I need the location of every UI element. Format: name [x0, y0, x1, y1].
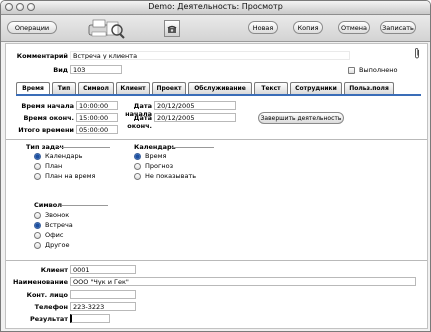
contact-field[interactable] — [70, 290, 136, 299]
end-date-field[interactable]: 20/12/2005 — [154, 113, 236, 122]
end-time-field[interactable]: 15:00:00 — [76, 113, 118, 122]
start-time-label: Время начала — [21, 102, 74, 110]
tab-text[interactable]: Текст — [254, 82, 288, 94]
client-field[interactable]: 0001 — [70, 265, 136, 274]
calendar-time-label: Время — [145, 152, 167, 160]
window-title: Demo: Деятельность: Просмотр — [148, 2, 283, 11]
end-date-label: Дата оконч. — [127, 114, 152, 130]
paperclip-icon[interactable] — [414, 48, 420, 59]
radio-icon[interactable] — [34, 211, 41, 219]
radio-icon[interactable] — [134, 162, 141, 170]
result-label: Результат — [30, 315, 68, 323]
phone-field[interactable]: 223-3223 — [70, 302, 136, 311]
symbol-other-label: Другое — [45, 241, 70, 249]
divider — [6, 139, 427, 140]
client-label: Клиент — [40, 266, 68, 274]
symbol-call-label: Звонок — [45, 211, 70, 219]
tab-symbol[interactable]: Символ — [78, 82, 114, 94]
result-field[interactable] — [70, 314, 110, 323]
total-time-label: Итого времени — [18, 126, 74, 134]
radio-icon[interactable] — [134, 172, 141, 180]
tab-underline — [16, 94, 421, 96]
print-preview-icon[interactable] — [87, 17, 127, 39]
end-time-label: Время оконч. — [23, 114, 74, 122]
task-type-plan-time-label: План на время — [45, 172, 96, 180]
name-field[interactable]: ООО "Чук и Гек" — [70, 277, 416, 286]
radio-selected-icon[interactable] — [134, 152, 141, 160]
task-type-plan-radio[interactable]: План — [34, 162, 62, 170]
comment-field[interactable]: Встреча у клиента — [70, 51, 350, 60]
save-button[interactable]: Записать — [380, 21, 416, 34]
calendar-title: Календарь — [134, 143, 176, 151]
task-type-rule — [58, 147, 110, 148]
cancel-button[interactable]: Отмена — [338, 21, 370, 34]
copy-button[interactable]: Копия — [293, 21, 323, 34]
start-date-field[interactable]: 20/12/2005 — [154, 101, 236, 110]
start-time-field[interactable]: 10:00:00 — [76, 101, 118, 110]
calendar-hide-label: Не показывать — [145, 172, 197, 180]
finish-activity-button[interactable]: Завершить деятельность — [258, 112, 344, 124]
task-type-plan-label: План — [45, 162, 63, 170]
symbol-other-radio[interactable]: Другое — [34, 241, 69, 249]
comment-label: Комментарий — [16, 52, 68, 60]
symbol-call-radio[interactable]: Звонок — [34, 211, 69, 219]
total-time-field[interactable]: 05:00:00 — [76, 125, 118, 134]
radio-icon[interactable] — [34, 172, 41, 180]
symbol-rule — [62, 205, 108, 206]
calendar-rule — [172, 147, 214, 148]
phone-label: Телефон — [34, 303, 68, 311]
task-type-calendar-radio[interactable]: Календарь — [34, 152, 82, 160]
task-type-calendar-label: Календарь — [45, 152, 83, 160]
symbol-office-label: Офис — [45, 231, 64, 239]
radio-icon[interactable] — [34, 241, 41, 249]
new-button[interactable]: Новая — [248, 21, 278, 34]
done-label: Выполнено — [359, 66, 398, 74]
contact-label: Конт. лицо — [26, 291, 68, 299]
radio-icon[interactable] — [34, 231, 41, 239]
tab-user-fields[interactable]: Польз.поля — [344, 82, 394, 94]
name-label: Наименование — [12, 278, 68, 286]
radio-selected-icon[interactable] — [34, 221, 41, 229]
tab-type[interactable]: Тип — [52, 82, 76, 94]
symbol-title: Символ — [34, 201, 62, 209]
tab-service[interactable]: Обслуживание — [188, 82, 252, 94]
symbol-meeting-label: Встреча — [45, 221, 73, 229]
radio-icon[interactable] — [34, 162, 41, 170]
calendar-time-radio[interactable]: Время — [134, 152, 166, 160]
tab-project[interactable]: Проект — [152, 82, 186, 94]
tab-bar: Время Тип Символ Клиент Проект Обслужива… — [16, 82, 426, 94]
type-field[interactable]: 103 — [70, 65, 122, 74]
phone-icon[interactable] — [164, 20, 180, 37]
title-bar: Demo: Деятельность: Просмотр — [1, 1, 430, 15]
task-type-plan-time-radio[interactable]: План на время — [34, 172, 95, 180]
record-panel: Комментарий Встреча у клиента Вид 103 Вы… — [5, 43, 428, 329]
toolbar: Операции Новая Копия Отмена Записать — [1, 15, 430, 42]
done-checkbox-box[interactable] — [348, 66, 355, 74]
main-window: Demo: Деятельность: Просмотр Операции Но… — [0, 0, 431, 332]
calendar-forecast-radio[interactable]: Прогноз — [134, 162, 173, 170]
type-label: Вид — [53, 66, 68, 74]
divider — [6, 260, 427, 261]
done-checkbox[interactable]: Выполнено — [348, 66, 397, 74]
calendar-forecast-label: Прогноз — [145, 162, 174, 170]
radio-selected-icon[interactable] — [34, 152, 41, 160]
calendar-hide-radio[interactable]: Не показывать — [134, 172, 196, 180]
tab-client[interactable]: Клиент — [116, 82, 150, 94]
tab-time[interactable]: Время — [16, 82, 50, 94]
tab-staff[interactable]: Сотрудники — [290, 82, 342, 94]
operations-button[interactable]: Операции — [7, 21, 57, 34]
symbol-office-radio[interactable]: Офис — [34, 231, 63, 239]
symbol-meeting-radio[interactable]: Встреча — [34, 221, 73, 229]
